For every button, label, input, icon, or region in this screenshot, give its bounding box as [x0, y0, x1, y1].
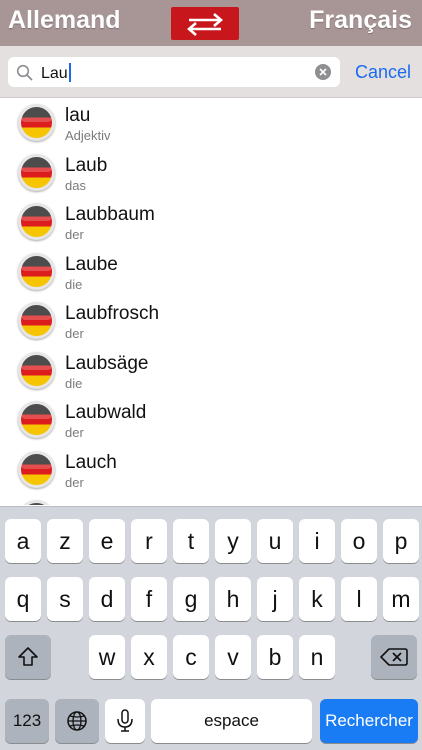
- swap-arrows-icon: [187, 12, 223, 36]
- list-item[interactable]: Laubsäge die: [0, 347, 422, 397]
- key-s[interactable]: s: [47, 577, 83, 621]
- magnifier-icon: [16, 64, 33, 81]
- entry-word: Laubfrosch: [65, 303, 160, 324]
- german-flag-icon: [18, 302, 55, 339]
- key-t[interactable]: t: [173, 519, 209, 563]
- german-flag-icon: [18, 401, 55, 438]
- key-n[interactable]: n: [299, 635, 335, 679]
- list-item[interactable]: Lauch der: [0, 446, 422, 496]
- results-list: lau Adjektiv Laub das Laubbaum der Laube…: [0, 99, 422, 505]
- backspace-icon: [380, 648, 408, 666]
- source-language-label[interactable]: Allemand: [8, 6, 121, 35]
- key-u[interactable]: u: [257, 519, 293, 563]
- key-a[interactable]: a: [5, 519, 41, 563]
- key-e[interactable]: e: [89, 519, 125, 563]
- search-query-text: Lau: [41, 63, 71, 83]
- german-flag-icon: [18, 153, 55, 191]
- entry-grammar: die: [65, 375, 83, 391]
- entry-word: Laubbaum: [65, 204, 155, 225]
- list-item[interactable]: lau Adjektiv: [0, 99, 422, 149]
- key-m[interactable]: m: [383, 577, 419, 621]
- key-y[interactable]: y: [215, 519, 251, 563]
- clear-x-icon: [319, 68, 327, 76]
- space-key[interactable]: espace: [151, 699, 312, 743]
- key-r[interactable]: r: [131, 519, 167, 563]
- backspace-key[interactable]: [371, 635, 417, 679]
- key-l[interactable]: l: [341, 577, 377, 621]
- entry-word: Laubsäge: [65, 352, 149, 374]
- german-flag-icon: [18, 104, 55, 141]
- entry-grammar: der: [65, 326, 84, 341]
- list-item[interactable]: Laube die: [0, 248, 422, 298]
- entry-word: Laube: [65, 253, 118, 275]
- clear-search-button[interactable]: [315, 64, 331, 80]
- globe-key[interactable]: [55, 699, 99, 743]
- key-j[interactable]: j: [257, 577, 293, 621]
- german-flag-icon: [18, 500, 55, 505]
- list-item[interactable]: Laubwald der: [0, 396, 422, 446]
- german-flag-icon: [18, 351, 55, 389]
- key-f[interactable]: f: [131, 577, 167, 621]
- cancel-button[interactable]: Cancel: [355, 62, 411, 83]
- list-item[interactable]: Laub das: [0, 149, 422, 199]
- text-caret: [68, 63, 71, 82]
- search-key[interactable]: Rechercher: [320, 699, 418, 743]
- german-flag-icon: [18, 252, 55, 290]
- language-bar: Allemand Français: [0, 0, 422, 46]
- key-z[interactable]: z: [47, 519, 83, 563]
- shift-icon: [18, 647, 38, 666]
- keyboard: a z e r t y u i o p q s d f g h j k l m …: [0, 506, 422, 750]
- entry-grammar: das: [65, 177, 86, 193]
- entry-grammar: Adjektiv: [65, 128, 111, 143]
- globe-icon: [67, 711, 87, 731]
- search-input[interactable]: Lau: [8, 57, 340, 87]
- german-flag-icon: [18, 450, 55, 488]
- entry-word: Laubwald: [65, 402, 147, 423]
- key-c[interactable]: c: [173, 635, 209, 679]
- entry-grammar: der: [65, 227, 84, 242]
- list-item-partial[interactable]: [0, 495, 422, 505]
- entry-grammar: der: [65, 425, 84, 440]
- key-q[interactable]: q: [5, 577, 41, 621]
- key-d[interactable]: d: [89, 577, 125, 621]
- entry-word: Lauch: [65, 451, 117, 473]
- list-item[interactable]: Laubfrosch der: [0, 297, 422, 347]
- german-flag-icon: [18, 203, 55, 240]
- search-bar: Lau Cancel: [0, 46, 422, 98]
- key-w[interactable]: w: [89, 635, 125, 679]
- key-k[interactable]: k: [299, 577, 335, 621]
- entry-word: lau: [65, 105, 91, 126]
- key-i[interactable]: i: [299, 519, 335, 563]
- key-b[interactable]: b: [257, 635, 293, 679]
- key-p[interactable]: p: [383, 519, 419, 563]
- microphone-icon: [117, 709, 133, 732]
- entry-grammar: die: [65, 276, 83, 292]
- key-h[interactable]: h: [215, 577, 251, 621]
- key-v[interactable]: v: [215, 635, 251, 679]
- numbers-key[interactable]: 123: [5, 699, 49, 743]
- entry-word: Laub: [65, 154, 108, 176]
- key-o[interactable]: o: [341, 519, 377, 563]
- swap-languages-button[interactable]: [171, 7, 239, 40]
- microphone-key[interactable]: [105, 699, 145, 743]
- entry-grammar: der: [65, 474, 84, 490]
- target-language-label[interactable]: Français: [309, 6, 412, 35]
- key-g[interactable]: g: [173, 577, 209, 621]
- list-item[interactable]: Laubbaum der: [0, 198, 422, 248]
- shift-key[interactable]: [5, 635, 51, 679]
- key-x[interactable]: x: [131, 635, 167, 679]
